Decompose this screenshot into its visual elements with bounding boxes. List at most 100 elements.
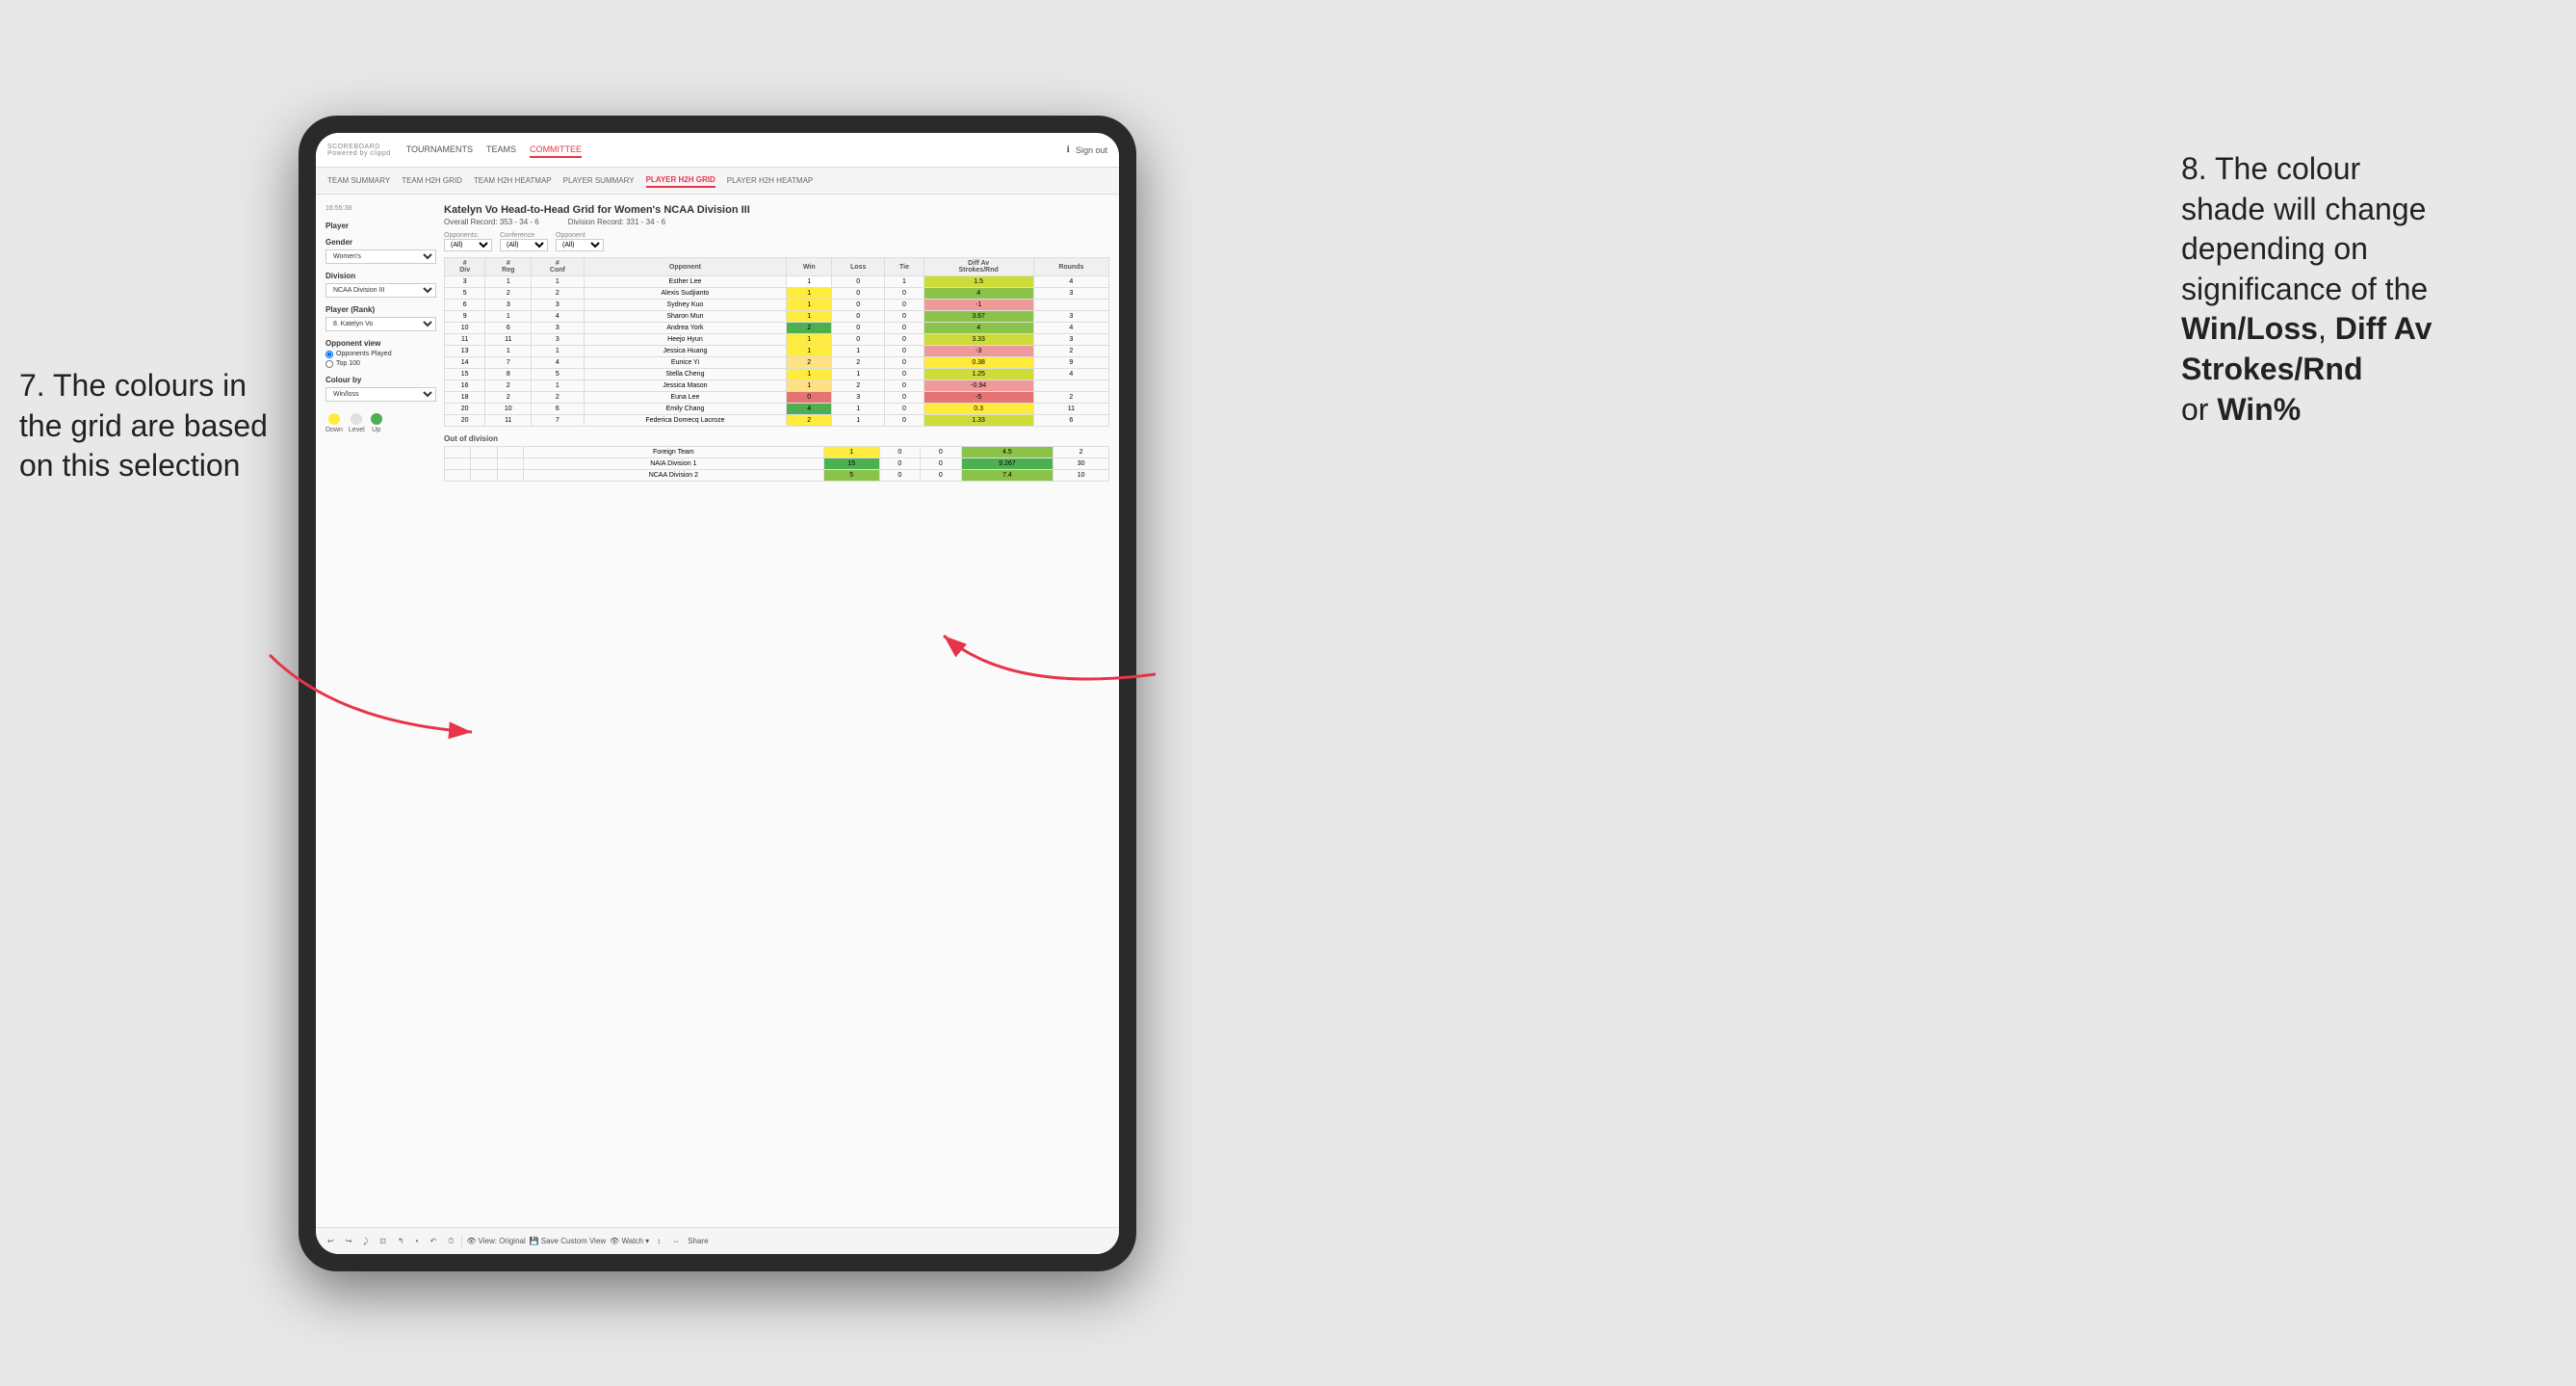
cell-reg: 8 (485, 369, 532, 380)
toolbar-grid[interactable]: ⊡ (376, 1235, 390, 1247)
ood-cell-conf (497, 470, 523, 482)
nav-items: TOURNAMENTS TEAMS COMMITTEE (406, 143, 1067, 158)
cell-tie: 0 (885, 404, 924, 415)
cell-win: 1 (787, 311, 832, 323)
ood-cell-div (445, 470, 471, 482)
cell-reg: 11 (485, 415, 532, 427)
cell-reg: 2 (485, 380, 532, 392)
cell-rounds: 11 (1033, 404, 1108, 415)
colour-by-select[interactable]: Win/loss (325, 387, 436, 402)
toolbar-timer[interactable]: ⏱ (444, 1235, 457, 1248)
legend: Down Level Up (325, 413, 436, 433)
cell-loss: 0 (832, 334, 885, 346)
player-label: Player (325, 222, 436, 230)
cell-win: 1 (787, 346, 832, 357)
logo: SCOREBOARD Powered by clippd (327, 144, 391, 157)
legend-up: Up (371, 413, 382, 433)
annotation-right: 8. The colourshade will changedepending … (2181, 149, 2547, 430)
ood-cell-reg (471, 447, 497, 458)
nav-signout[interactable]: Sign out (1076, 144, 1107, 157)
nav-separator: ℹ (1067, 144, 1070, 155)
subnav-team-h2h-heatmap[interactable]: TEAM H2H HEATMAP (474, 174, 552, 187)
ood-cell-rounds: 2 (1054, 447, 1109, 458)
cell-diff: 1.5 (924, 276, 1033, 288)
cell-conf: 3 (532, 300, 584, 311)
cell-div: 18 (445, 392, 485, 404)
toolbar-watch[interactable]: 👁 Watch ▾ (610, 1237, 649, 1245)
cell-reg: 6 (485, 323, 532, 334)
ood-cell-loss: 0 (879, 470, 921, 482)
division-label: Division (325, 272, 436, 280)
radio-opponents-played: Opponents Played (325, 351, 436, 358)
toolbar-save-custom[interactable]: 💾 Save Custom View (530, 1237, 606, 1245)
sub-nav: TEAM SUMMARY TEAM H2H GRID TEAM H2H HEAT… (316, 168, 1119, 195)
cell-diff: -5 (924, 392, 1033, 404)
cell-diff: 4 (924, 288, 1033, 300)
cell-rounds: 3 (1033, 288, 1108, 300)
cell-diff: -0.94 (924, 380, 1033, 392)
cell-loss: 1 (832, 369, 885, 380)
player-section: Player (325, 222, 436, 230)
toolbar-dot[interactable]: • (412, 1235, 423, 1247)
cell-div: 20 (445, 415, 485, 427)
ood-cell-rounds: 30 (1054, 458, 1109, 470)
cell-div: 16 (445, 380, 485, 392)
grid-records: Overall Record: 353 - 34 - 6 Division Re… (444, 218, 1109, 226)
nav-tournaments[interactable]: TOURNAMENTS (406, 143, 473, 158)
subnav-team-h2h-grid[interactable]: TEAM H2H GRID (402, 174, 462, 187)
cell-div: 20 (445, 404, 485, 415)
toolbar-refresh[interactable]: ⤸ (359, 1235, 372, 1248)
cell-diff: 3.33 (924, 334, 1033, 346)
toolbar-view[interactable]: 👁 View: Original (466, 1237, 525, 1245)
cell-opponent: Federica Domecq Lacroze (584, 415, 787, 427)
overall-record: Overall Record: 353 - 34 - 6 (444, 218, 539, 226)
nav-right: ℹ Sign out (1067, 144, 1107, 157)
toolbar-export1[interactable]: ↕ (653, 1235, 664, 1247)
cell-loss: 2 (832, 357, 885, 369)
cell-rounds: 2 (1033, 392, 1108, 404)
division-select[interactable]: NCAA Division III (325, 283, 436, 298)
ood-cell-tie: 0 (921, 458, 962, 470)
toolbar-share[interactable]: Share (688, 1237, 708, 1245)
cell-conf: 4 (532, 311, 584, 323)
cell-tie: 1 (885, 276, 924, 288)
cell-loss: 2 (832, 380, 885, 392)
nav-committee[interactable]: COMMITTEE (530, 143, 582, 158)
ood-cell-diff: 4.5 (961, 447, 1054, 458)
toolbar-export2[interactable]: ⇔ (668, 1235, 684, 1247)
filter-opponents: Opponents: (All) (444, 232, 492, 251)
subnav-player-summary[interactable]: PLAYER SUMMARY (563, 174, 635, 187)
gender-select[interactable]: Women's (325, 249, 436, 264)
legend-dot-down (328, 413, 340, 425)
cell-conf: 2 (532, 392, 584, 404)
cell-div: 11 (445, 334, 485, 346)
cell-opponent: Esther Lee (584, 276, 787, 288)
player-rank-select[interactable]: 8. Katelyn Vo (325, 317, 436, 331)
cell-diff: -1 (924, 300, 1033, 311)
nav-teams[interactable]: TEAMS (486, 143, 516, 158)
cell-conf: 7 (532, 415, 584, 427)
subnav-player-h2h-grid[interactable]: PLAYER H2H GRID (646, 173, 716, 188)
cell-loss: 1 (832, 415, 885, 427)
cell-diff: 3.67 (924, 311, 1033, 323)
toolbar-rotate[interactable]: ↶ (426, 1235, 440, 1247)
subnav-team-summary[interactable]: TEAM SUMMARY (327, 174, 390, 187)
cell-opponent: Andrea York (584, 323, 787, 334)
toolbar-redo[interactable]: ↪ (342, 1235, 356, 1247)
table-row: 15 8 5 Stella Cheng 1 1 0 1.25 4 (445, 369, 1109, 380)
toolbar-undo[interactable]: ↩ (324, 1235, 338, 1247)
filter-row: Opponents: (All) Conference (All) Oppone… (444, 232, 1109, 251)
cell-div: 13 (445, 346, 485, 357)
cell-diff: 1.33 (924, 415, 1033, 427)
player-rank-section: Player (Rank) 8. Katelyn Vo (325, 305, 436, 331)
colour-by-label: Colour by (325, 376, 436, 384)
col-conf: #Conf (532, 258, 584, 276)
subnav-player-h2h-heatmap[interactable]: PLAYER H2H HEATMAP (727, 174, 814, 187)
opponent-filter-select[interactable]: (All) (556, 239, 604, 251)
toolbar-back[interactable]: ↰ (394, 1235, 408, 1247)
cell-opponent: Jessica Huang (584, 346, 787, 357)
conference-filter-select[interactable]: (All) (500, 239, 548, 251)
opponents-filter-select[interactable]: (All) (444, 239, 492, 251)
cell-win: 1 (787, 288, 832, 300)
cell-diff: 0.38 (924, 357, 1033, 369)
